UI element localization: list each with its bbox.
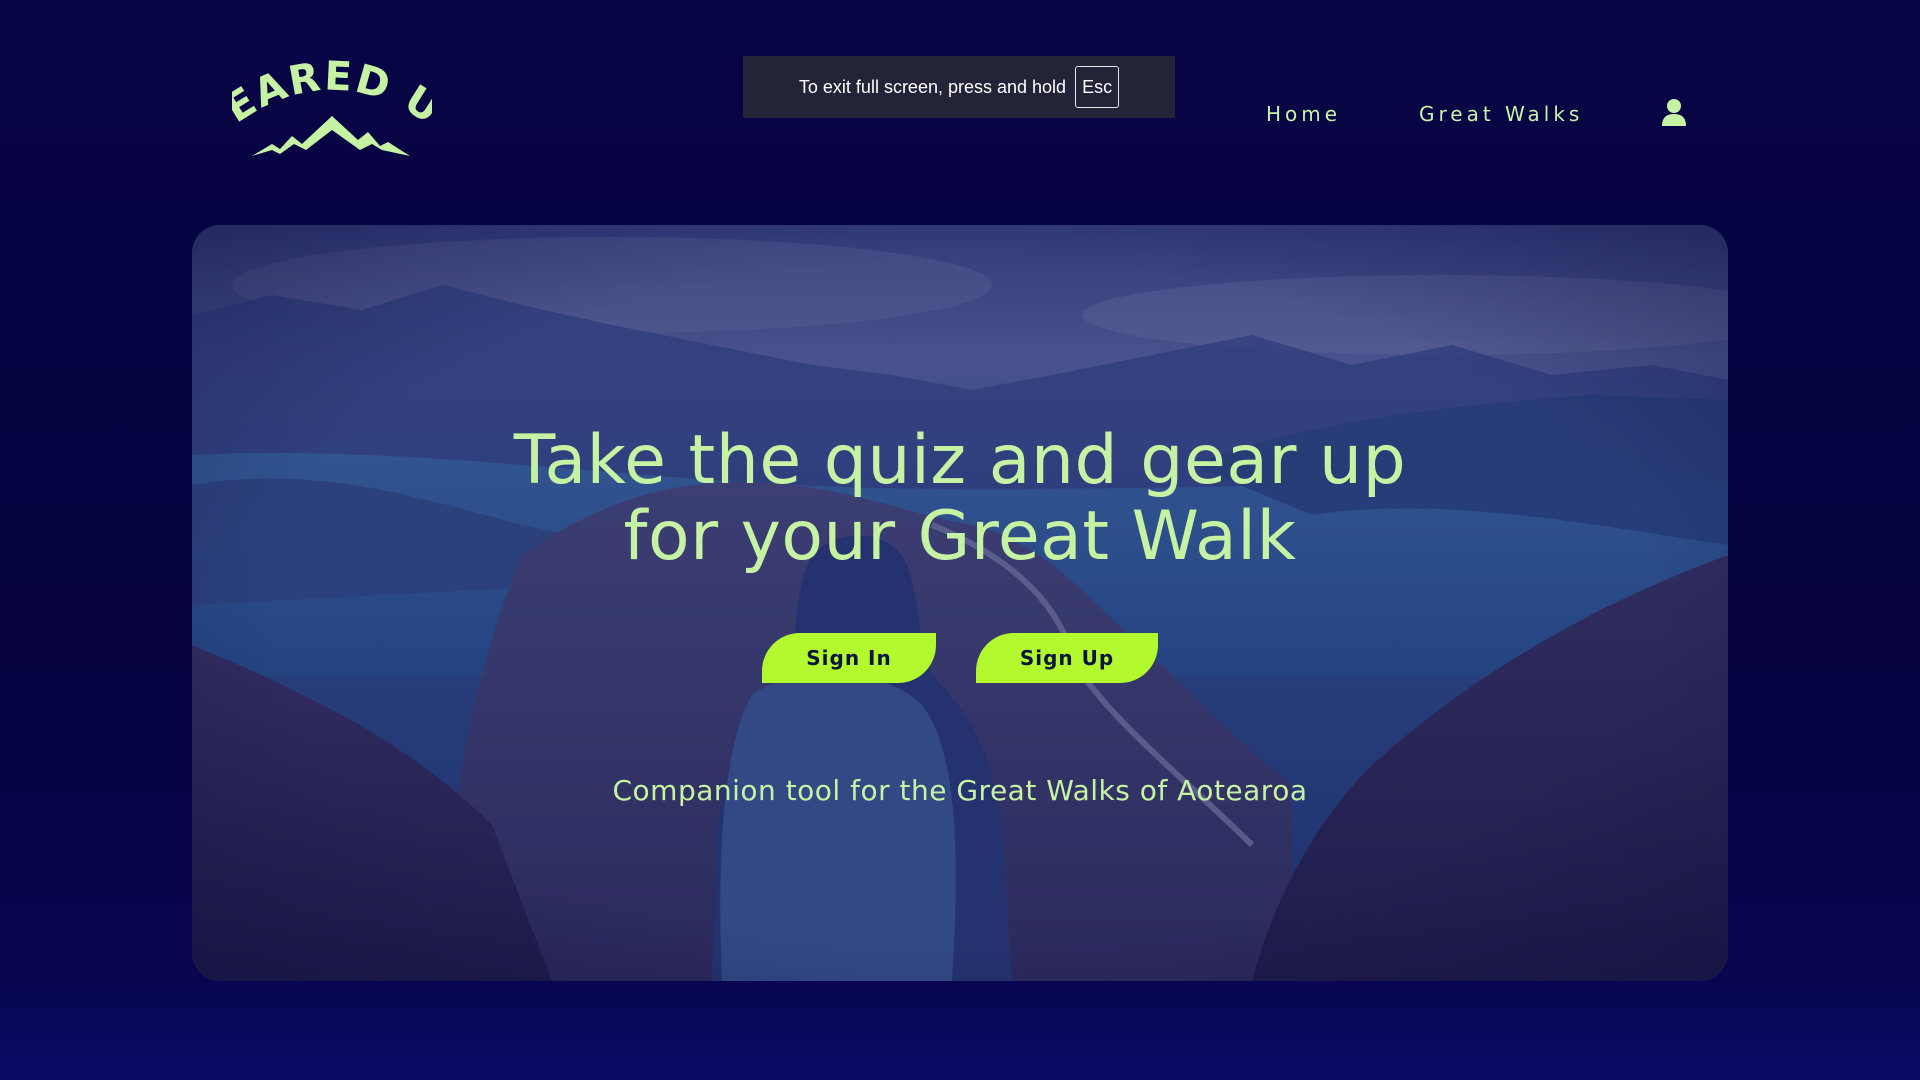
fullscreen-toast-message: To exit full screen, press and hold	[798, 76, 1067, 97]
account-button[interactable]	[1660, 98, 1688, 128]
main-nav: Home Great Walks	[0, 98, 1920, 130]
hero-title: Take the quiz and gear up for your Great…	[192, 423, 1728, 575]
hero-tagline: Companion tool for the Great Walks of Ao…	[612, 774, 1308, 807]
sign-up-button[interactable]: Sign Up	[976, 633, 1158, 683]
hero-title-line-2: for your Great Walk	[623, 497, 1297, 576]
user-icon	[1662, 99, 1686, 126]
hero-title-line-1: Take the quiz and gear up	[513, 421, 1407, 500]
hero-banner: Take the quiz and gear up for your Great…	[192, 225, 1728, 981]
nav-home-link[interactable]: Home	[1266, 98, 1341, 130]
nav-great-walks-link[interactable]: Great Walks	[1419, 98, 1583, 130]
hero-background-image	[192, 225, 1728, 981]
sign-in-button[interactable]: Sign In	[762, 633, 936, 683]
